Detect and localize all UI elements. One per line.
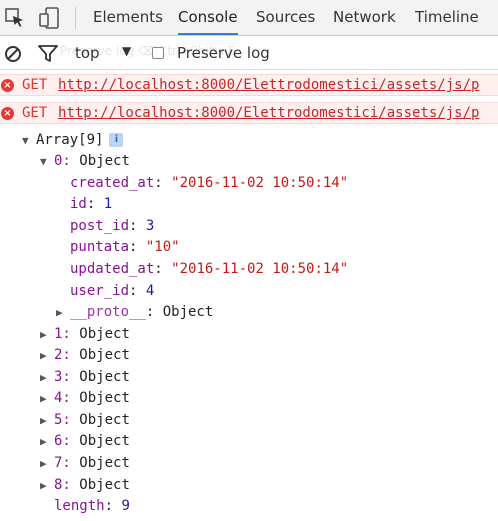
tab-console[interactable]: Console (178, 0, 238, 35)
tree-item[interactable]: ▶ 4: Object (40, 388, 130, 409)
preserve-log-label[interactable]: Preserve log (177, 44, 270, 62)
expanded-triangle-icon[interactable]: ▼ (40, 151, 54, 172)
tree-item-0[interactable]: ▼ 0: Object (40, 151, 130, 172)
tab-elements[interactable]: Elements (93, 0, 163, 35)
info-icon[interactable]: i (109, 133, 124, 147)
context-selector[interactable]: top (75, 44, 100, 62)
tree-item[interactable]: ▶ 6: Object (40, 431, 130, 452)
error-icon: × (1, 79, 14, 92)
toolbar-divider (75, 7, 76, 29)
object-field: id: 1 (70, 196, 113, 212)
collapsed-triangle-icon[interactable]: ▶ (56, 302, 70, 323)
tree-item[interactable]: ▶ 3: Object (40, 367, 130, 388)
object-field: user_id: 4 (70, 283, 155, 299)
collapsed-triangle-icon[interactable]: ▶ (40, 324, 54, 345)
error-method: GET (22, 105, 48, 121)
object-field: created_at: "2016-11-02 10:50:14" (70, 175, 349, 191)
tree-item[interactable]: ▶ 7: Object (40, 453, 130, 474)
tab-network[interactable]: Network (333, 0, 396, 35)
console-error-row: × GET http://localhost:8000/Elettrodomes… (0, 74, 498, 96)
preserve-log-checkbox[interactable] (152, 47, 164, 59)
error-method: GET (22, 77, 48, 93)
array-header[interactable]: ▼ Array[9] i (22, 130, 124, 151)
context-dropdown-icon[interactable]: ▼ (122, 44, 131, 58)
devtools-tabbar: Elements Console Sources Network Timelin… (0, 0, 498, 36)
filter-icon[interactable] (38, 44, 58, 64)
tab-timeline[interactable]: Timeline (415, 0, 479, 35)
tree-item[interactable]: ▶ 2: Object (40, 345, 130, 366)
collapsed-triangle-icon[interactable]: ▶ (40, 367, 54, 388)
tab-sources[interactable]: Sources (256, 0, 315, 35)
expanded-triangle-icon[interactable]: ▼ (22, 130, 36, 151)
console-error-row: × GET http://localhost:8000/Elettrodomes… (0, 102, 498, 124)
inspect-element-icon[interactable] (4, 7, 26, 29)
object-field: post_id: 3 (70, 218, 155, 234)
collapsed-triangle-icon[interactable]: ▶ (40, 410, 54, 431)
proto-item[interactable]: ▶ __proto__: Object (56, 302, 213, 323)
tree-item[interactable]: ▶ 8: Object (40, 475, 130, 496)
error-url-link[interactable]: http://localhost:8000/Elettrodomestici/a… (58, 105, 479, 121)
device-toolbar-icon[interactable] (38, 7, 60, 29)
collapsed-triangle-icon[interactable]: ▶ (40, 345, 54, 366)
length-property: length: 9 (54, 498, 130, 514)
error-icon: × (1, 107, 14, 120)
object-field: updated_at: "2016-11-02 10:50:14" (70, 261, 349, 277)
tree-item[interactable]: ▶ 5: Object (40, 410, 130, 431)
console-toolbar: Preserve log ⌫ Ctrl+Shift+E top ▼ Preser… (0, 36, 498, 70)
collapsed-triangle-icon[interactable]: ▶ (40, 431, 54, 452)
collapsed-triangle-icon[interactable]: ▶ (40, 453, 54, 474)
collapsed-triangle-icon[interactable]: ▶ (40, 475, 54, 496)
object-field: puntata: "10" (70, 239, 180, 255)
tree-item[interactable]: ▶ 1: Object (40, 324, 130, 345)
collapsed-triangle-icon[interactable]: ▶ (40, 388, 54, 409)
clear-console-icon[interactable] (4, 44, 24, 64)
error-url-link[interactable]: http://localhost:8000/Elettrodomestici/a… (58, 77, 479, 93)
